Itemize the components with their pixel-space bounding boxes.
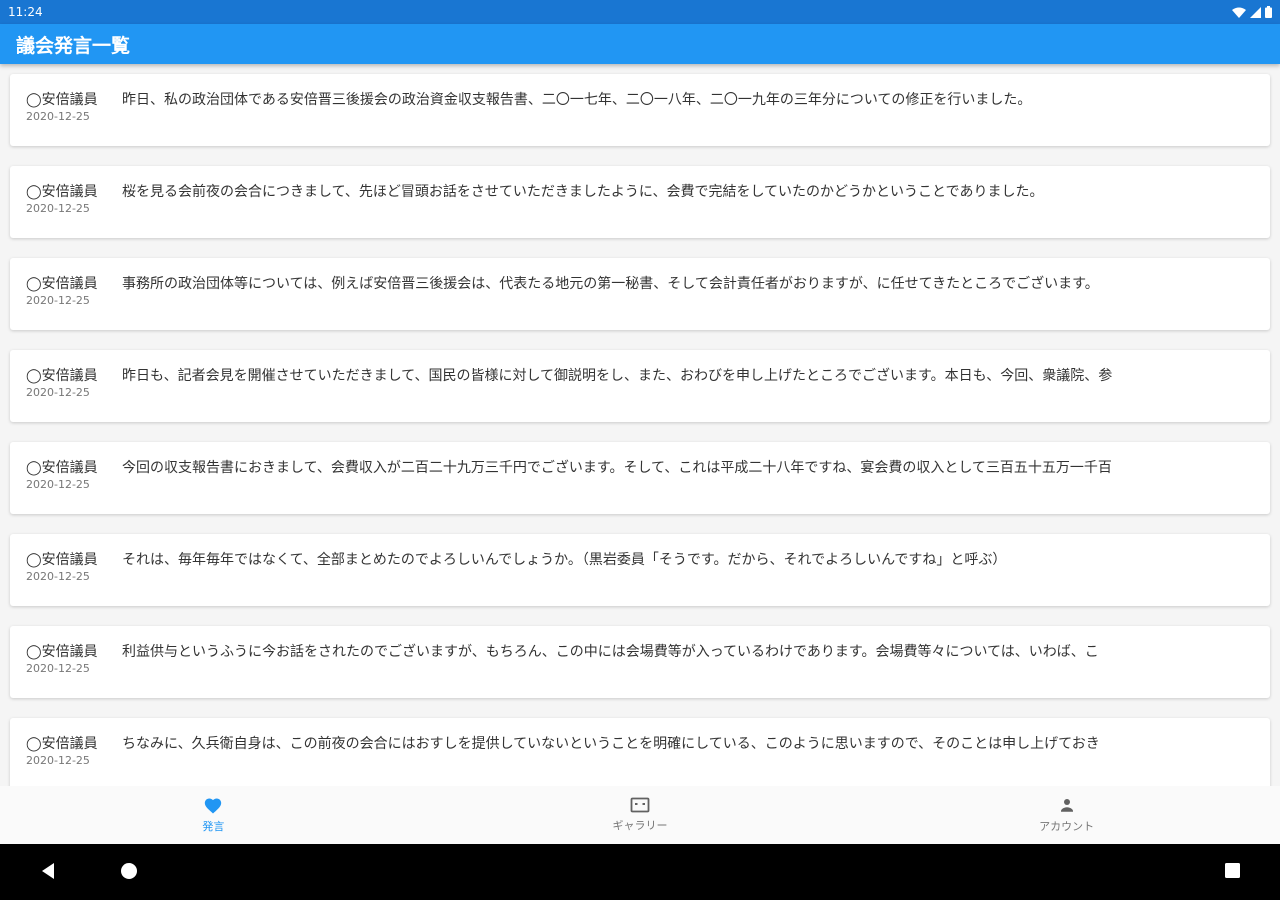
nav-label-account: アカウント [1039, 820, 1095, 833]
speaker-column: ◯安倍議員 2020-12-25 [26, 551, 122, 585]
speech-text: 利益供与というふうに今お話をされたのでございますが、もちろん、この中には会場費等… [122, 644, 1099, 660]
speaker-name: ◯安倍議員 [26, 184, 98, 200]
speech-text: 昨日、私の政治団体である安倍晋三後援会の政治資金収支報告書、二〇一七年、二〇一八… [122, 92, 1032, 108]
speech-card[interactable]: ◯安倍議員 2020-12-25 昨日、私の政治団体である安倍晋三後援会の政治資… [10, 74, 1270, 146]
page-title: 議会発言一覧 [16, 34, 131, 57]
account-icon [1060, 799, 1073, 812]
recents-icon[interactable] [1224, 862, 1241, 879]
speech-card[interactable]: ◯安倍議員 2020-12-25 昨日も、記者会見を開催させていただきまして、国… [10, 350, 1270, 422]
speaker-name: ◯安倍議員 [26, 276, 98, 292]
nav-label-speeches: 発言 [202, 820, 225, 833]
speech-date: 2020-12-25 [26, 478, 90, 491]
speaker-name: ◯安倍議員 [26, 736, 98, 752]
nav-item-speeches[interactable]: 発言 [113, 796, 313, 834]
speech-text: 昨日も、記者会見を開催させていただきまして、国民の皆様に対して御説明をし、また、… [122, 368, 1113, 384]
speaker-column: ◯安倍議員 2020-12-25 [26, 367, 122, 401]
speech-date: 2020-12-25 [26, 202, 90, 215]
speaker-column: ◯安倍議員 2020-12-25 [26, 643, 122, 677]
home-icon[interactable] [120, 862, 138, 880]
speaker-name: ◯安倍議員 [26, 368, 98, 384]
speech-date: 2020-12-25 [26, 570, 90, 583]
speech-date: 2020-12-25 [26, 754, 90, 767]
status-icons [1232, 6, 1272, 18]
speaker-name: ◯安倍議員 [26, 644, 98, 660]
heart-icon [205, 798, 222, 814]
status-time: 11:24 [8, 5, 43, 19]
signal-icon [1250, 6, 1261, 18]
speech-text: 今回の収支報告書におきまして、会費収入が二百二十九万三千円でございます。そして、… [122, 460, 1112, 476]
speech-card[interactable]: ◯安倍議員 2020-12-25 利益供与というふうに今お話をされたのでございま… [10, 626, 1270, 698]
battery-icon [1265, 6, 1272, 18]
system-navigation-bar [0, 844, 1280, 900]
speaker-column: ◯安倍議員 2020-12-25 [26, 459, 122, 493]
speaker-column: ◯安倍議員 2020-12-25 [26, 275, 122, 309]
speech-text: ちなみに、久兵衛自身は、この前夜の会合にはおすしを提供していないということを明確… [122, 736, 1100, 752]
speech-list[interactable]: ◯安倍議員 2020-12-25 昨日、私の政治団体である安倍晋三後援会の政治資… [0, 64, 1280, 786]
gallery-icon [630, 797, 650, 813]
nav-item-gallery[interactable]: ギャラリー [540, 797, 740, 833]
speaker-column: ◯安倍議員 2020-12-25 [26, 91, 122, 125]
speech-text: それは、毎年毎年ではなくて、全部まとめたのでよろしいんでしょうか。（黒岩委員「そ… [122, 552, 1007, 568]
bottom-navigation: 発言 ギャラリー アカウント [0, 786, 1280, 844]
speech-card[interactable]: ◯安倍議員 2020-12-25 ちなみに、久兵衛自身は、この前夜の会合にはおす… [10, 718, 1270, 786]
wifi-icon [1232, 7, 1246, 18]
app-bar: 議会発言一覧 [0, 24, 1280, 64]
speaker-name: ◯安倍議員 [26, 552, 98, 568]
speech-card[interactable]: ◯安倍議員 2020-12-25 今回の収支報告書におきまして、会費収入が二百二… [10, 442, 1270, 514]
speaker-column: ◯安倍議員 2020-12-25 [26, 183, 122, 217]
nav-item-account[interactable]: アカウント [967, 796, 1167, 834]
speaker-name: ◯安倍議員 [26, 460, 98, 476]
status-bar: 11:24 [0, 0, 1280, 24]
speech-date: 2020-12-25 [26, 386, 90, 399]
speech-text: 事務所の政治団体等については、例えば安倍晋三後援会は、代表たる地元の第一秘書、そ… [122, 276, 1099, 292]
nav-label-gallery: ギャラリー [612, 819, 668, 832]
back-icon[interactable] [40, 862, 56, 880]
speaker-name: ◯安倍議員 [26, 92, 98, 108]
speech-date: 2020-12-25 [26, 110, 90, 123]
speech-date: 2020-12-25 [26, 662, 90, 675]
speech-text: 桜を見る会前夜の会合につきまして、先ほど冒頭お話をさせていただきましたように、会… [122, 184, 1044, 200]
speech-card[interactable]: ◯安倍議員 2020-12-25 それは、毎年毎年ではなくて、全部まとめたのでよ… [10, 534, 1270, 606]
speech-card[interactable]: ◯安倍議員 2020-12-25 事務所の政治団体等については、例えば安倍晋三後… [10, 258, 1270, 330]
speech-date: 2020-12-25 [26, 294, 90, 307]
speaker-column: ◯安倍議員 2020-12-25 [26, 735, 122, 769]
speech-card[interactable]: ◯安倍議員 2020-12-25 桜を見る会前夜の会合につきまして、先ほど冒頭お… [10, 166, 1270, 238]
